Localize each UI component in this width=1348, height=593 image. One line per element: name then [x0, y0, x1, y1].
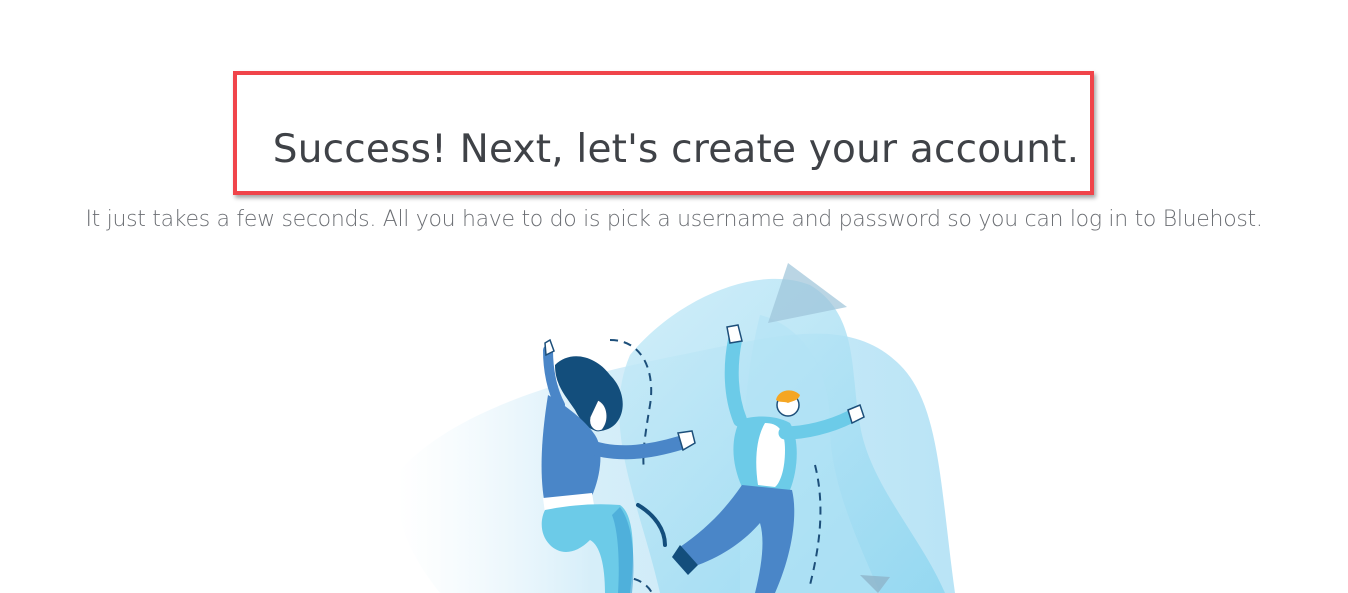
- page-subtitle: It just takes a few seconds. All you hav…: [85, 207, 1263, 232]
- page-title: Success! Next, let's create your account…: [272, 127, 1080, 172]
- page: Success! Next, let's create your account…: [0, 0, 1348, 593]
- celebrating-people-illustration: [397, 263, 956, 593]
